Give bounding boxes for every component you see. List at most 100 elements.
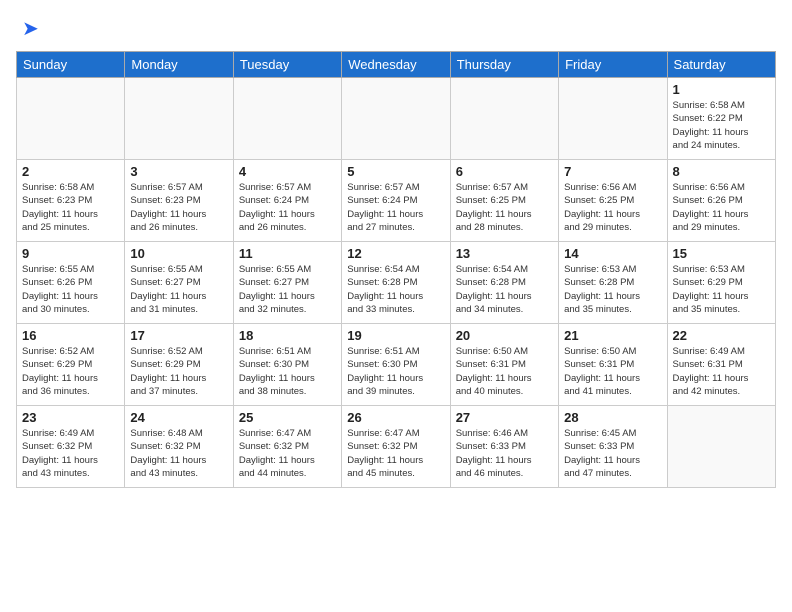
- calendar-week-row: 9 Sunrise: 6:55 AMSunset: 6:26 PMDaylight…: [17, 242, 776, 324]
- day-number: 27: [456, 410, 553, 425]
- logo-bird-icon: ➤: [22, 16, 39, 41]
- day-number: 22: [673, 328, 770, 343]
- day-number: 14: [564, 246, 661, 261]
- day-info: Sunrise: 6:49 AMSunset: 6:32 PMDaylight:…: [22, 427, 119, 480]
- day-number: 11: [239, 246, 336, 261]
- day-info: Sunrise: 6:52 AMSunset: 6:29 PMDaylight:…: [130, 345, 227, 398]
- day-info: Sunrise: 6:50 AMSunset: 6:31 PMDaylight:…: [564, 345, 661, 398]
- day-info: Sunrise: 6:53 AMSunset: 6:29 PMDaylight:…: [673, 263, 770, 316]
- calendar-cell: 20 Sunrise: 6:50 AMSunset: 6:31 PMDayligh…: [450, 324, 558, 406]
- day-number: 26: [347, 410, 444, 425]
- calendar-cell: 5 Sunrise: 6:57 AMSunset: 6:24 PMDaylight…: [342, 160, 450, 242]
- day-number: 24: [130, 410, 227, 425]
- logo: ➤: [16, 16, 39, 41]
- calendar-cell: [233, 78, 341, 160]
- calendar-cell: [17, 78, 125, 160]
- day-info: Sunrise: 6:45 AMSunset: 6:33 PMDaylight:…: [564, 427, 661, 480]
- calendar-cell: [125, 78, 233, 160]
- day-number: 6: [456, 164, 553, 179]
- day-number: 3: [130, 164, 227, 179]
- day-info: Sunrise: 6:50 AMSunset: 6:31 PMDaylight:…: [456, 345, 553, 398]
- day-info: Sunrise: 6:55 AMSunset: 6:26 PMDaylight:…: [22, 263, 119, 316]
- calendar-cell: 24Sunrise: 6:48 AMSunset: 6:32 PMDayligh…: [125, 406, 233, 488]
- day-info: Sunrise: 6:58 AMSunset: 6:22 PMDaylight:…: [673, 99, 770, 152]
- calendar-header-friday: Friday: [559, 52, 667, 78]
- calendar-header-thursday: Thursday: [450, 52, 558, 78]
- day-number: 18: [239, 328, 336, 343]
- day-info: Sunrise: 6:55 AMSunset: 6:27 PMDaylight:…: [130, 263, 227, 316]
- day-info: Sunrise: 6:51 AMSunset: 6:30 PMDaylight:…: [347, 345, 444, 398]
- day-number: 16: [22, 328, 119, 343]
- calendar-cell: [450, 78, 558, 160]
- calendar-cell: 27 Sunrise: 6:46 AMSunset: 6:33 PMDayligh…: [450, 406, 558, 488]
- calendar-cell: 12 Sunrise: 6:54 AMSunset: 6:28 PMDayligh…: [342, 242, 450, 324]
- day-number: 13: [456, 246, 553, 261]
- day-info: Sunrise: 6:57 AMSunset: 6:24 PMDaylight:…: [239, 181, 336, 234]
- calendar-table: SundayMondayTuesdayWednesdayThursdayFrid…: [16, 51, 776, 488]
- calendar-cell: [667, 406, 775, 488]
- calendar-cell: 17Sunrise: 6:52 AMSunset: 6:29 PMDayligh…: [125, 324, 233, 406]
- calendar-cell: 3 Sunrise: 6:57 AMSunset: 6:23 PMDaylight…: [125, 160, 233, 242]
- day-number: 4: [239, 164, 336, 179]
- calendar-cell: 14 Sunrise: 6:53 AMSunset: 6:28 PMDayligh…: [559, 242, 667, 324]
- calendar-cell: 1 Sunrise: 6:58 AMSunset: 6:22 PMDaylight…: [667, 78, 775, 160]
- day-info: Sunrise: 6:55 AMSunset: 6:27 PMDaylight:…: [239, 263, 336, 316]
- day-info: Sunrise: 6:56 AMSunset: 6:25 PMDaylight:…: [564, 181, 661, 234]
- calendar-cell: 19 Sunrise: 6:51 AMSunset: 6:30 PMDayligh…: [342, 324, 450, 406]
- calendar-week-row: 1 Sunrise: 6:58 AMSunset: 6:22 PMDaylight…: [17, 78, 776, 160]
- calendar-cell: 7 Sunrise: 6:56 AMSunset: 6:25 PMDaylight…: [559, 160, 667, 242]
- day-number: 21: [564, 328, 661, 343]
- calendar-cell: 25Sunrise: 6:47 AMSunset: 6:32 PMDayligh…: [233, 406, 341, 488]
- calendar-cell: 15 Sunrise: 6:53 AMSunset: 6:29 PMDayligh…: [667, 242, 775, 324]
- day-number: 19: [347, 328, 444, 343]
- calendar-cell: 18 Sunrise: 6:51 AMSunset: 6:30 PMDayligh…: [233, 324, 341, 406]
- calendar-cell: 26 Sunrise: 6:47 AMSunset: 6:32 PMDayligh…: [342, 406, 450, 488]
- day-number: 20: [456, 328, 553, 343]
- header: ➤: [16, 16, 776, 41]
- page: ➤ SundayMondayTuesdayWednesdayThursdayFr…: [0, 0, 792, 612]
- day-info: Sunrise: 6:54 AMSunset: 6:28 PMDaylight:…: [347, 263, 444, 316]
- day-info: Sunrise: 6:51 AMSunset: 6:30 PMDaylight:…: [239, 345, 336, 398]
- day-number: 15: [673, 246, 770, 261]
- calendar-header-wednesday: Wednesday: [342, 52, 450, 78]
- calendar-header-sunday: Sunday: [17, 52, 125, 78]
- calendar-week-row: 23 Sunrise: 6:49 AMSunset: 6:32 PMDayligh…: [17, 406, 776, 488]
- calendar-cell: 21 Sunrise: 6:50 AMSunset: 6:31 PMDayligh…: [559, 324, 667, 406]
- day-number: 2: [22, 164, 119, 179]
- day-info: Sunrise: 6:57 AMSunset: 6:24 PMDaylight:…: [347, 181, 444, 234]
- day-info: Sunrise: 6:52 AMSunset: 6:29 PMDaylight:…: [22, 345, 119, 398]
- calendar-cell: 23 Sunrise: 6:49 AMSunset: 6:32 PMDayligh…: [17, 406, 125, 488]
- calendar-week-row: 2Sunrise: 6:58 AMSunset: 6:23 PMDaylight…: [17, 160, 776, 242]
- calendar-cell: 16 Sunrise: 6:52 AMSunset: 6:29 PMDayligh…: [17, 324, 125, 406]
- calendar-header-row: SundayMondayTuesdayWednesdayThursdayFrid…: [17, 52, 776, 78]
- calendar-week-row: 16 Sunrise: 6:52 AMSunset: 6:29 PMDayligh…: [17, 324, 776, 406]
- calendar-cell: 13Sunrise: 6:54 AMSunset: 6:28 PMDayligh…: [450, 242, 558, 324]
- calendar-cell: [342, 78, 450, 160]
- day-number: 28: [564, 410, 661, 425]
- calendar-cell: 9 Sunrise: 6:55 AMSunset: 6:26 PMDaylight…: [17, 242, 125, 324]
- day-info: Sunrise: 6:57 AMSunset: 6:25 PMDaylight:…: [456, 181, 553, 234]
- day-number: 23: [22, 410, 119, 425]
- day-info: Sunrise: 6:47 AMSunset: 6:32 PMDaylight:…: [347, 427, 444, 480]
- day-info: Sunrise: 6:49 AMSunset: 6:31 PMDaylight:…: [673, 345, 770, 398]
- day-info: Sunrise: 6:47 AMSunset: 6:32 PMDaylight:…: [239, 427, 336, 480]
- day-info: Sunrise: 6:56 AMSunset: 6:26 PMDaylight:…: [673, 181, 770, 234]
- calendar-cell: 4 Sunrise: 6:57 AMSunset: 6:24 PMDaylight…: [233, 160, 341, 242]
- day-number: 7: [564, 164, 661, 179]
- calendar-cell: 10Sunrise: 6:55 AMSunset: 6:27 PMDayligh…: [125, 242, 233, 324]
- calendar-cell: 22 Sunrise: 6:49 AMSunset: 6:31 PMDayligh…: [667, 324, 775, 406]
- calendar-cell: 11 Sunrise: 6:55 AMSunset: 6:27 PMDayligh…: [233, 242, 341, 324]
- day-number: 9: [22, 246, 119, 261]
- day-info: Sunrise: 6:46 AMSunset: 6:33 PMDaylight:…: [456, 427, 553, 480]
- day-info: Sunrise: 6:57 AMSunset: 6:23 PMDaylight:…: [130, 181, 227, 234]
- calendar-header-tuesday: Tuesday: [233, 52, 341, 78]
- day-number: 5: [347, 164, 444, 179]
- day-number: 8: [673, 164, 770, 179]
- calendar-header-monday: Monday: [125, 52, 233, 78]
- calendar-cell: [559, 78, 667, 160]
- calendar-cell: 2Sunrise: 6:58 AMSunset: 6:23 PMDaylight…: [17, 160, 125, 242]
- day-number: 12: [347, 246, 444, 261]
- calendar-cell: 8 Sunrise: 6:56 AMSunset: 6:26 PMDaylight…: [667, 160, 775, 242]
- day-info: Sunrise: 6:53 AMSunset: 6:28 PMDaylight:…: [564, 263, 661, 316]
- day-number: 1: [673, 82, 770, 97]
